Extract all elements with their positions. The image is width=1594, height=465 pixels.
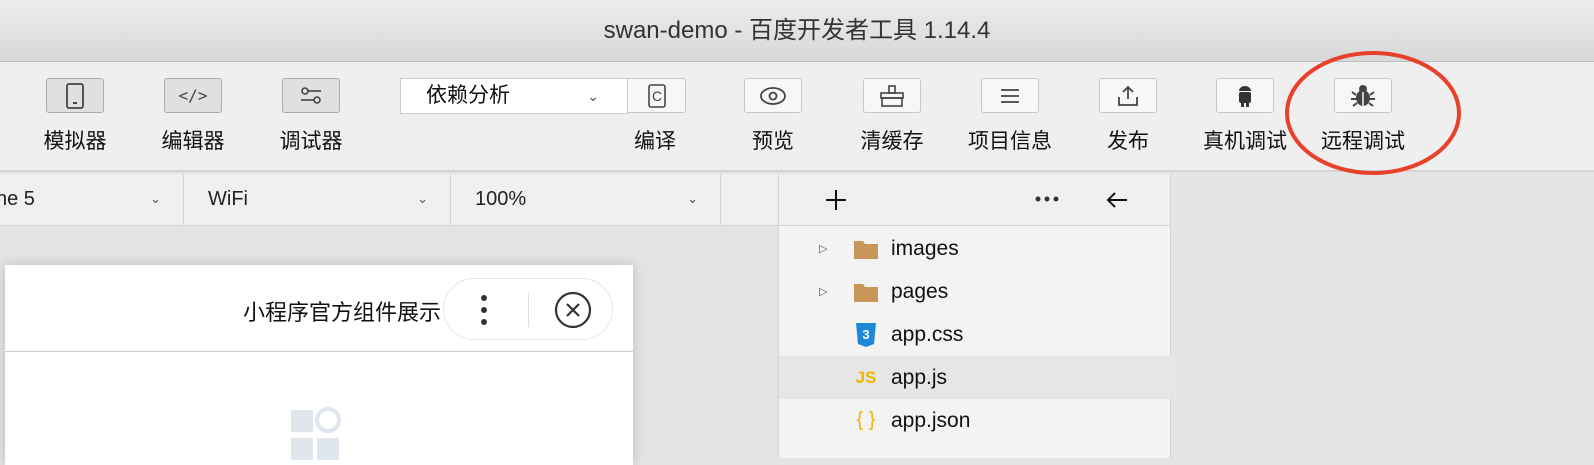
mode-select-value: 依赖分析 [426,84,510,107]
debugger-label: 调试器 [279,130,343,153]
preview-label: 预览 [752,130,794,153]
menu-icon [981,78,1039,113]
publish-button[interactable]: 发布 [1073,78,1183,155]
svg-text:C: C [651,88,661,104]
zoom-select[interactable]: 100% ⌄ [451,174,721,226]
file-tree-item-images[interactable]: ▷ images [779,227,1171,270]
network-select[interactable]: WiFi ⌄ [184,174,451,226]
svg-text:3: 3 [862,327,869,342]
eye-icon [744,78,802,113]
upload-icon [1099,78,1157,113]
device-select[interactable]: ne 5 ⌄ [0,174,184,226]
json-file-icon: { } [856,409,876,431]
editor-label: 编辑器 [161,130,225,153]
project-info-button[interactable]: 项目信息 [955,78,1065,155]
clear-cache-label: 清缓存 [860,130,924,153]
mode-select[interactable]: 依赖分析 ⌄ [400,78,628,114]
device-value: ne 5 [0,188,35,210]
phone-screen: 小程序官方组件展示 [5,265,633,465]
chevron-down-icon: ⌄ [587,88,599,104]
window-title: swan-demo - 百度开发者工具 1.14.4 [603,17,991,44]
file-name: pages [891,279,949,303]
phone-nav-bar: 小程序官方组件展示 [5,265,633,352]
preview-button[interactable]: 预览 [718,78,828,155]
simulator-button[interactable]: 模拟器 [20,78,130,155]
compile-button[interactable]: C 编译 [600,78,710,155]
file-name: app.css [891,322,964,346]
placeholder-logo-icon [291,407,341,460]
chevron-down-icon: ⌄ [150,191,161,206]
code-icon: </> [164,78,222,113]
compile-icon: C [628,78,686,113]
publish-label: 发布 [1107,130,1149,153]
folder-icon [853,281,879,303]
close-circle-icon[interactable] [552,289,594,331]
expand-arrow-icon[interactable]: ▷ [819,242,827,255]
simulator-settings-bar: ne 5 ⌄ WiFi ⌄ 100% ⌄ [0,174,778,226]
phone-icon [46,78,104,113]
file-name: images [891,236,959,260]
compile-label: 编译 [634,130,676,153]
nav-title: 小程序官方组件展示 [242,300,441,325]
file-tree-item-app-js[interactable]: JS app.js [779,356,1171,399]
network-value: WiFi [208,188,248,210]
capsule-menu [443,278,613,340]
brush-icon [863,78,921,113]
highlight-circle-annotation [1285,51,1461,175]
debugger-button[interactable]: 调试器 [256,78,366,155]
chevron-down-icon: ⌄ [687,191,698,206]
editor-area [1172,174,1594,458]
more-horizontal-icon[interactable] [1035,196,1059,202]
expand-arrow-icon[interactable]: ▷ [819,285,827,298]
file-tree-item-app-css[interactable]: 3 app.css [779,313,1171,356]
file-name: app.json [891,408,971,432]
clear-cache-button[interactable]: 清缓存 [837,78,947,155]
folder-icon [853,238,879,260]
capsule-divider [528,293,529,327]
file-tree-panel: ▷ images ▷ pages 3 app.css JS app.js { }… [778,174,1171,458]
zoom-value: 100% [475,188,527,210]
arrow-left-icon[interactable] [1105,190,1129,210]
plus-icon[interactable] [825,189,847,211]
css-file-icon: 3 [853,322,879,348]
js-file-icon: JS [855,367,877,387]
file-tree-header [779,174,1170,226]
android-icon [1216,78,1274,113]
chevron-down-icon: ⌄ [417,191,428,206]
editor-button[interactable]: </> 编辑器 [138,78,248,155]
file-name: app.js [891,365,948,389]
sliders-icon [282,78,340,113]
project-info-label: 项目信息 [968,130,1052,153]
simulator-label: 模拟器 [43,130,107,153]
file-tree-item-app-json[interactable]: { } app.json [779,399,1171,442]
file-tree-item-pages[interactable]: ▷ pages [779,270,1171,313]
more-vertical-icon[interactable] [480,294,488,326]
